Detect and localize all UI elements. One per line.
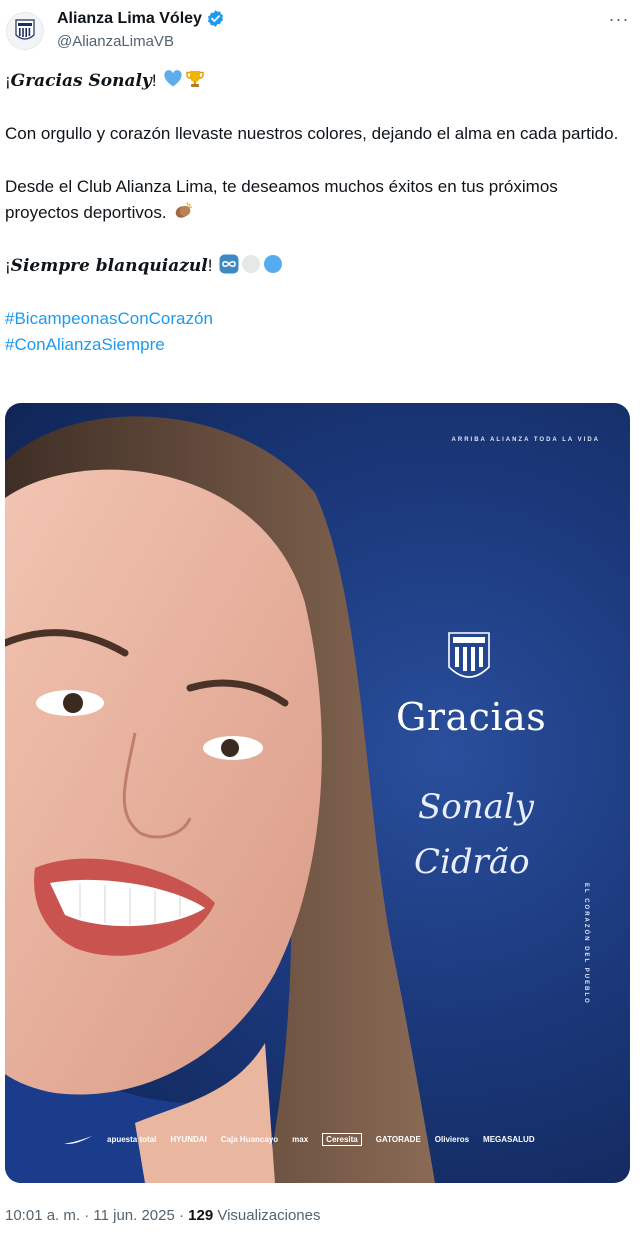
sponsor-logo: MEGASALUD <box>483 1135 535 1144</box>
tweet-meta: 10:01 a. m. · 11 jun. 2025 · 129 Visuali… <box>5 1207 321 1224</box>
views-count: 129 <box>188 1207 214 1224</box>
signature-line2: Cidrão <box>414 842 530 882</box>
white-circle-icon <box>242 255 261 273</box>
trophy-icon <box>186 71 205 87</box>
tweet-header: Alianza Lima Vóley @AlianzaLimaVB ··· <box>0 0 640 60</box>
display-name[interactable]: Alianza Lima Vóley <box>57 10 202 28</box>
sponsor-strip: apuesta total HYUNDAI Caja Huancayo max … <box>63 1133 535 1146</box>
line4-bold: Siempre blanquiazul <box>10 256 208 276</box>
vertical-slogan: EL CORAZÓN DEL PUEBLO <box>583 883 589 1005</box>
views-label: Visualizaciones <box>213 1207 321 1224</box>
player-portrait <box>5 416 435 1183</box>
media-title: Gracias <box>396 695 547 739</box>
signature-line1: Sonaly <box>418 787 535 827</box>
sponsor-logo: HYUNDAI <box>170 1135 207 1144</box>
verified-badge-icon <box>207 10 223 27</box>
hashtag-link[interactable]: #BicampeonasConCorazón <box>5 306 635 332</box>
tweet-paragraph-3: Desde el Club Alianza Lima, te deseamos … <box>5 174 635 226</box>
sponsor-logo: apuesta total <box>107 1135 157 1144</box>
blue-heart-icon <box>164 70 182 87</box>
tweet-paragraph-2: Con orgullo y corazón llevaste nuestros … <box>5 124 619 143</box>
tweet-line-gracias: ¡Gracias Sonaly! <box>5 68 635 94</box>
slogan-top: ARRIBA ALIANZA TODA LA VIDA <box>451 437 600 443</box>
paragraph3-text: Desde el Club Alianza Lima, te deseamos … <box>5 177 558 222</box>
sponsor-logo: Olivieros <box>434 1135 470 1144</box>
timestamp[interactable]: 10:01 a. m. · 11 jun. 2025 · <box>5 1207 188 1224</box>
nike-logo-icon <box>63 1135 93 1145</box>
club-crest-icon <box>15 19 35 40</box>
sponsor-logo: Caja Huancayo <box>220 1135 279 1144</box>
more-options-icon[interactable]: ··· <box>608 10 630 32</box>
tweet-media-image[interactable]: ARRIBA ALIANZA TODA LA VIDA Gracias Sona… <box>5 403 630 1183</box>
hashtag-link[interactable]: #ConAlianzaSiempre <box>5 332 635 358</box>
line1-suffix: ! <box>151 71 157 90</box>
blue-circle-icon <box>264 255 283 273</box>
tweet-line-siempre: ¡Siempre blanquiazul! <box>5 253 635 279</box>
signature: Sonaly Cidrão <box>414 787 535 882</box>
line1-bold: Gracias Sonaly <box>10 71 152 91</box>
infinity-icon <box>219 254 239 274</box>
sponsor-logo: Ceresita <box>322 1133 362 1146</box>
sponsor-logo: max <box>292 1135 309 1144</box>
sponsor-logo: GATORADE <box>375 1135 421 1144</box>
avatar[interactable] <box>6 12 44 50</box>
account-handle[interactable]: @AlianzaLimaVB <box>57 33 174 50</box>
line4-suffix: ! <box>207 256 213 275</box>
club-crest-icon <box>448 632 490 678</box>
clapping-hands-icon <box>176 202 193 218</box>
tweet-body: ¡Gracias Sonaly! Con orgullo y corazón l… <box>5 68 635 358</box>
